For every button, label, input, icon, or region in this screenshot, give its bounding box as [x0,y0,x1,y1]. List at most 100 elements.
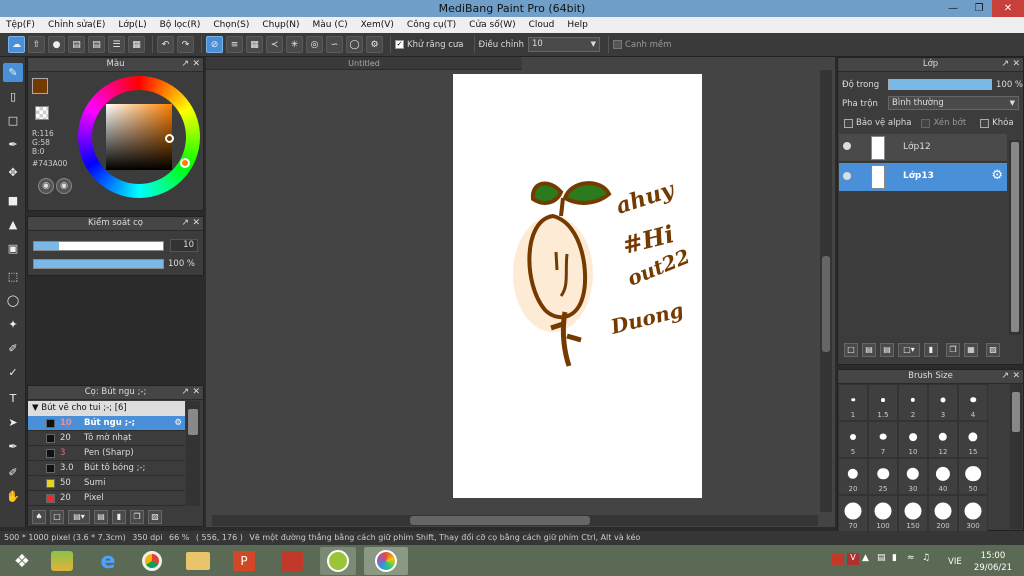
menu-filter[interactable]: Bộ lọc(R) [160,20,201,30]
brush-size-cell[interactable]: 12 [928,421,958,458]
grid-icon[interactable]: ▦ [128,36,145,53]
medibang-icon[interactable] [364,547,408,575]
menu-select[interactable]: Chọn(S) [213,20,249,30]
edge-checkbox[interactable] [612,40,622,49]
brush-size-scrollbar[interactable] [1010,384,1022,529]
app-icon[interactable] [274,547,310,575]
tab-untitled[interactable]: Untitled [206,57,522,70]
layer-opacity-slider[interactable] [888,79,992,90]
brush-size-cell[interactable]: 10 [898,421,928,458]
close-icon[interactable]: ✕ [192,217,200,230]
menu-color[interactable]: Màu (C) [313,20,348,30]
brush-size-cell[interactable]: 20 [838,458,868,495]
scroll-thumb[interactable] [410,516,590,525]
folder-icon[interactable]: ▮ [924,343,938,357]
new-brush-icon[interactable]: □ [50,510,64,524]
eraser-tool-icon[interactable]: ▯ [3,87,23,106]
close-button[interactable]: ✕ [992,0,1024,17]
scroll-thumb[interactable] [1012,392,1020,432]
menu-file[interactable]: Tệp(F) [6,20,35,30]
redo-icon[interactable]: ↷ [177,36,194,53]
float-icon[interactable]: ↗ [181,58,189,71]
float-icon[interactable]: ↗ [181,386,189,399]
new-8bit-layer-icon[interactable]: ▤ [880,343,894,357]
brush-item[interactable]: 10 Bút ngu ;-; ⚙ [28,416,185,431]
app-green-icon[interactable] [320,547,356,575]
parallel-snap-icon[interactable]: ≡ [226,36,243,53]
brush-size-cell[interactable]: 2 [898,384,928,421]
tray-app-icon[interactable] [832,553,844,565]
close-icon[interactable]: ✕ [192,386,200,399]
ie-browser-icon[interactable]: e [90,547,126,575]
menu-tools[interactable]: Công cụ(T) [407,20,456,30]
select-tool-icon[interactable]: ⬚ [3,267,23,286]
input-language[interactable]: VIE [948,557,962,567]
eye-icon[interactable] [843,172,851,180]
scroll-thumb[interactable] [1011,142,1019,332]
clock[interactable]: 15:00 29/06/21 [970,550,1016,574]
add-layer-menu-icon[interactable]: □▾ [898,343,920,357]
protect-alpha-checkbox[interactable] [844,118,853,128]
brush-tool-icon[interactable]: ✎ [3,63,23,82]
brush-size-value[interactable]: 10 [170,239,198,252]
minimize-button[interactable]: — [940,0,966,17]
cross-snap-icon[interactable]: ▦ [246,36,263,53]
gradient-tool-icon[interactable]: ▣ [3,239,23,258]
saturation-value-square[interactable] [106,104,172,170]
canvas-hscrollbar[interactable] [212,515,818,526]
primary-color-swatch[interactable] [32,78,48,94]
menu-snap[interactable]: Chụp(N) [262,20,299,30]
copy-brush-icon[interactable]: ▤ [94,510,108,524]
brush-size-cell[interactable]: 5 [838,421,868,458]
new-layer-icon[interactable]: □ [844,343,858,357]
scroll-thumb[interactable] [188,409,198,435]
menu-help[interactable]: Help [567,20,588,30]
brush-menu-icon[interactable]: ▤▾ [68,510,90,524]
tray-antivirus-icon[interactable]: V [847,553,859,565]
float-icon[interactable]: ↗ [1001,370,1009,383]
circle-snap-icon[interactable]: ◎ [306,36,323,53]
radial-snap-icon[interactable]: ✳ [286,36,303,53]
canvas-paper[interactable]: ahuy #Hi out22 Duong [453,74,702,498]
undo-icon[interactable]: ↶ [157,36,174,53]
comment-icon[interactable]: ● [48,36,65,53]
duplicate-layer-icon[interactable]: ❐ [946,343,960,357]
brush-size-cell[interactable]: 100 [868,495,898,532]
hand-tool-icon[interactable]: ✋ [3,487,23,506]
ellipse-snap-icon[interactable]: ◯ [346,36,363,53]
hue-marker[interactable] [180,158,190,168]
blend-mode-dropdown[interactable]: Bình thường ▼ [888,96,1019,110]
brush-size-cell[interactable]: 1 [838,384,868,421]
adjust-dropdown[interactable]: 10 ▼ [527,37,600,52]
tray-battery-icon[interactable]: ▮ [892,553,904,565]
brush-size-cell[interactable]: 3 [928,384,958,421]
eye-icon[interactable] [843,142,851,150]
transparent-swatch[interactable] [35,106,49,120]
move-tool-icon[interactable]: ✥ [3,163,23,182]
brush-opacity-slider[interactable] [33,259,164,269]
bucket-tool-icon[interactable]: ▲ [3,215,23,234]
canvas-vscrollbar[interactable] [820,70,832,512]
color-picker-marker[interactable] [165,134,174,143]
brush-list-scrollbar[interactable] [186,401,200,506]
layer-scrollbar[interactable] [1009,140,1021,335]
windows-start-icon[interactable]: ❖ [4,547,40,575]
fill-rect-tool-icon[interactable]: ■ [3,191,23,210]
brush-group-header[interactable]: ▼ Bút vẽ cho tui ;-; [6] [28,401,185,416]
brush-item[interactable]: 20 Tô mờ nhạt [28,431,185,446]
new-halftone-layer-icon[interactable]: ▤ [862,343,876,357]
brush-size-cell[interactable]: 150 [898,495,928,532]
curve-snap-icon[interactable]: ∽ [326,36,343,53]
clipping-checkbox[interactable] [921,118,931,128]
trash-icon[interactable]: ▨ [986,343,1000,357]
brush-size-cell[interactable]: 4 [958,384,988,421]
menu-view[interactable]: Xem(V) [361,20,394,30]
brush-item[interactable]: 50 Sumi [28,476,185,491]
brush-size-cell[interactable]: 1.5 [868,384,898,421]
brush-size-slider[interactable] [33,241,164,251]
gear-icon[interactable]: ⚙ [174,416,182,431]
float-icon[interactable]: ↗ [1001,58,1009,71]
merge-layer-icon[interactable]: ▦ [964,343,978,357]
rect-tool-icon[interactable]: □ [3,111,23,130]
trash-icon[interactable]: ▨ [148,510,162,524]
